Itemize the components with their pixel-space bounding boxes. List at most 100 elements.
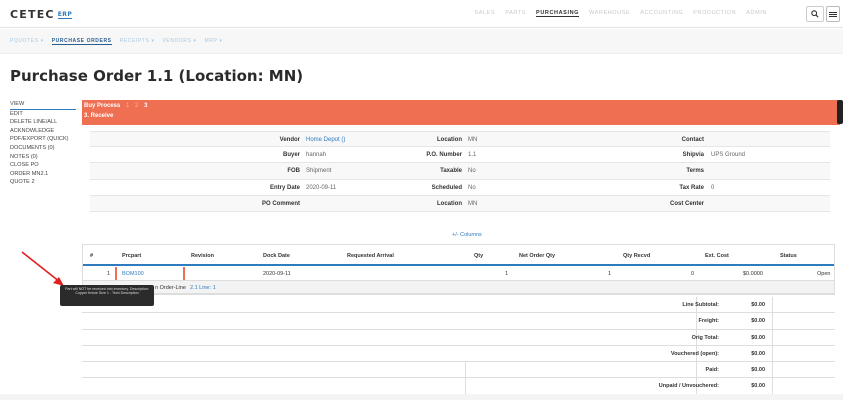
col-header-net-order-qty[interactable]: Net Order Qty: [519, 253, 555, 259]
col-header-qty-recvd[interactable]: Qty Recvd: [623, 253, 650, 259]
col-header-revision[interactable]: Revision: [191, 253, 214, 259]
side-menu: VIEW EDIT DELETE LINE/ALL ACKNOWLEDGE PD…: [10, 100, 76, 187]
scheduled-value: No: [468, 184, 476, 191]
location-value: MN: [468, 137, 478, 143]
process-step-3[interactable]: 3: [144, 103, 147, 109]
process-step-2[interactable]: 2: [135, 103, 138, 109]
location2-value: MN: [468, 200, 478, 207]
part-tooltip: Part will NOT be received into inventory…: [60, 285, 154, 306]
cell-prcpart-link[interactable]: BOM100: [122, 271, 144, 277]
po-lines-table: # Prcpart Revision Dock Date Requested A…: [82, 244, 835, 295]
nav-warehouse[interactable]: WAREHOUSE: [589, 10, 630, 17]
taxable-value: No: [468, 168, 476, 175]
table-header-row: # Prcpart Revision Dock Date Requested A…: [83, 245, 834, 266]
subnav-pquotes[interactable]: PQUOTES ▾: [10, 38, 44, 45]
fob-label: FOB: [287, 168, 300, 175]
scheduled-label: Scheduled: [431, 184, 462, 191]
col-header-num[interactable]: #: [90, 253, 93, 259]
orig-total-label: Orig Total:: [691, 334, 719, 341]
totals-row: Line Subtotal: $0.00: [82, 297, 835, 314]
logo-text: CETEC: [10, 8, 55, 21]
nav-admin[interactable]: ADMIN: [746, 10, 767, 17]
freight-label: Freight:: [698, 318, 719, 325]
freight-value: $0.00: [751, 318, 765, 325]
sub-navbar: PQUOTES ▾ PURCHASE ORDERS RECEIPTS ▾ VEN…: [0, 29, 843, 54]
side-menu-close-po[interactable]: CLOSE PO: [10, 161, 76, 170]
po-number-value: 1.1: [468, 152, 477, 159]
info-row: Entry Date 2020-09-11 Scheduled No Tax R…: [90, 180, 830, 196]
cell-qty: 1: [505, 270, 509, 277]
paid-label: Paid:: [705, 367, 719, 374]
process-stage: 3. Receive: [84, 113, 114, 119]
nav-purchasing[interactable]: PURCHASING: [536, 10, 580, 17]
columns-toggle-link[interactable]: +/- Columns: [452, 232, 482, 238]
totals-row: Unpaid / Unvouchered: $0.00: [82, 378, 835, 395]
paid-value: $0.00: [751, 367, 765, 374]
entry-date-label: Entry Date: [269, 184, 300, 191]
logo-suffix: ERP: [57, 11, 73, 19]
red-arrow-annotation: [21, 251, 64, 286]
nav-parts[interactable]: PARTS: [505, 10, 526, 17]
side-tab-handle[interactable]: [837, 100, 843, 124]
orig-total-value: $0.00: [751, 334, 765, 341]
search-button[interactable]: [806, 6, 824, 22]
nav-accounting[interactable]: ACCOUNTING: [640, 10, 683, 17]
po-info-table: Vendor Home Depot () Location MN Contact…: [90, 131, 830, 212]
info-row: Buyer hannah P.O. Number 1.1 Shipvia UPS…: [90, 147, 830, 164]
side-menu-order[interactable]: ORDER MN2.1: [10, 170, 76, 179]
top-navbar: CETEC ERP SALES PARTS PURCHASING WAREHOUS…: [0, 0, 843, 28]
app-logo[interactable]: CETEC ERP: [10, 8, 73, 21]
totals-row: Orig Total: $0.00: [82, 329, 835, 346]
search-icon: [811, 10, 819, 18]
side-menu-edit[interactable]: EDIT: [10, 110, 76, 119]
cell-qty-recvd: 0: [691, 270, 695, 277]
side-menu-view[interactable]: VIEW: [10, 100, 76, 110]
side-menu-acknowledge[interactable]: ACKNOWLEDGE: [10, 127, 76, 136]
side-menu-notes[interactable]: NOTES (0): [10, 153, 76, 162]
side-menu-quote[interactable]: QUOTE 2: [10, 178, 76, 187]
nav-production[interactable]: PRODUCTION: [693, 10, 736, 17]
cell-dock-date: 2020-09-11: [263, 270, 291, 277]
col-header-requested-arrival[interactable]: Requested Arrival: [347, 253, 394, 259]
col-header-dock-date[interactable]: Dock Date: [263, 253, 290, 259]
col-header-qty[interactable]: Qty: [474, 253, 483, 259]
main-nav: SALES PARTS PURCHASING WAREHOUSE ACCOUNT…: [474, 10, 767, 17]
hamburger-icon: [829, 13, 837, 15]
page-title: Purchase Order 1.1 (Location: MN): [10, 67, 304, 85]
subnav-vendors[interactable]: VENDORS ▾: [163, 38, 197, 45]
order-line-text: n Order-Line: [155, 284, 186, 291]
taxable-label: Taxable: [440, 168, 462, 175]
po-comment-label: PO Comment: [261, 200, 300, 207]
cell-num: 1: [107, 270, 111, 277]
po-number-label: P.O. Number: [426, 152, 462, 159]
subnav-purchase-orders[interactable]: PURCHASE ORDERS: [51, 38, 112, 45]
side-menu-delete[interactable]: DELETE LINE/ALL: [10, 118, 76, 127]
vendor-label: Vendor: [279, 137, 300, 143]
totals-row: Freight: $0.00: [82, 313, 835, 330]
info-row: FOB Shipment Taxable No Terms: [90, 163, 830, 180]
table-row: 1 BOM100 2020-09-11 1 1 0 $0.0000 Open: [83, 266, 834, 281]
side-menu-documents[interactable]: DOCUMENTS (0): [10, 144, 76, 153]
info-row: Vendor Home Depot () Location MN Contact: [90, 131, 830, 148]
location2-label: Location: [437, 200, 462, 207]
entry-date-value: 2020-09-11: [306, 184, 337, 191]
fob-value: Shipment: [306, 168, 332, 175]
hamburger-menu-button[interactable]: [826, 6, 840, 22]
subnav-mrp[interactable]: MRP ▾: [205, 38, 223, 45]
order-line-link[interactable]: 2.1 Line: 1: [190, 285, 216, 291]
col-header-prcpart[interactable]: Prcpart: [122, 253, 141, 259]
subnav-receipts[interactable]: RECEIPTS ▾: [120, 38, 155, 45]
buyer-value: hannah: [306, 152, 327, 159]
totals-row: Vouchered (open): $0.00: [82, 345, 835, 363]
col-header-status[interactable]: Status: [780, 253, 797, 259]
cell-ext-cost: $0.0000: [743, 270, 763, 277]
nav-sales[interactable]: SALES: [474, 10, 495, 17]
side-menu-pdf-export[interactable]: PDF/EXPORT (QUICK): [10, 135, 76, 144]
vouchered-open-label: Vouchered (open):: [670, 350, 719, 357]
col-header-ext-cost[interactable]: Ext. Cost: [705, 253, 729, 259]
totals-table: Line Subtotal: $0.00 Freight: $0.00 Orig…: [82, 297, 835, 395]
totals-row: Paid: $0.00: [82, 362, 835, 379]
vendor-link[interactable]: Home Depot (): [306, 137, 345, 143]
process-step-1[interactable]: 1: [126, 103, 129, 109]
shipvia-value: UPS Ground: [711, 152, 746, 159]
